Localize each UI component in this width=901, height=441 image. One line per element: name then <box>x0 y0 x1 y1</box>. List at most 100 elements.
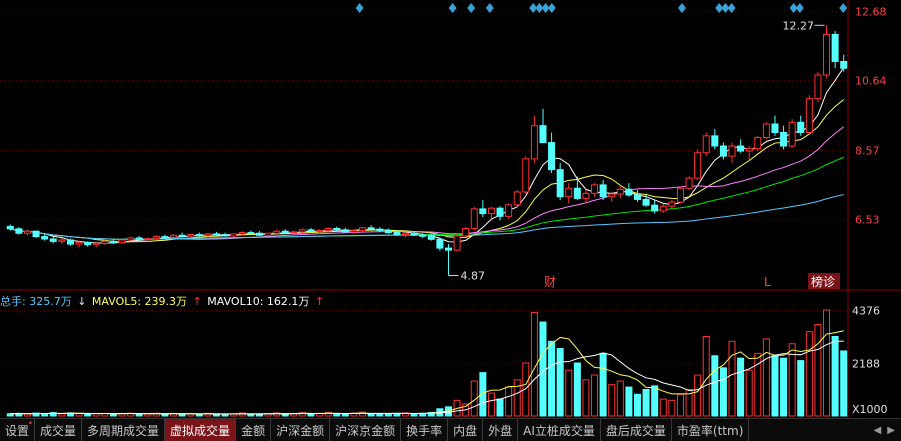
up-arrow-icon: ↑ <box>192 295 202 308</box>
volume-bar <box>642 389 650 417</box>
candle-body <box>187 234 195 237</box>
candle-body <box>522 158 530 193</box>
volume-bar <box>805 331 813 417</box>
candle-body <box>737 145 745 152</box>
candle-body <box>118 239 126 244</box>
volume-bar <box>556 348 564 417</box>
signal-diamond-icon <box>448 3 457 13</box>
volume-bar <box>599 352 607 417</box>
candle-body <box>230 233 238 237</box>
candle-body <box>702 135 710 154</box>
volume-bar <box>135 413 143 417</box>
candle-body <box>633 194 642 200</box>
volume-bar <box>780 357 788 417</box>
tab-7[interactable]: 换手率 <box>401 419 449 441</box>
candle-body <box>599 184 607 198</box>
volume-bar <box>367 413 375 417</box>
volume-bar <box>178 413 186 417</box>
marker-finance-label: 财 <box>544 275 556 289</box>
volume-bar <box>771 355 779 417</box>
candle-body <box>212 233 221 236</box>
tab-0[interactable]: 设置 • <box>0 419 36 441</box>
candle-body <box>651 204 659 212</box>
tab-4[interactable]: 金额 <box>236 419 272 441</box>
candle-body <box>6 225 14 230</box>
candle-body <box>548 142 556 171</box>
kline-chart[interactable]: 12.68 10.64 8.57 6.53 4376 2188 X1000 12.27 4.87… <box>0 0 901 418</box>
candle-body <box>376 228 384 232</box>
volume-bar <box>487 392 495 417</box>
tab-12[interactable]: 市盈率(ttm) <box>672 419 750 441</box>
volume-bar <box>728 340 736 417</box>
candle-body <box>402 232 410 236</box>
mavol10-line <box>10 340 844 415</box>
tab-2[interactable]: 多周期成交量 <box>82 419 166 441</box>
candle-body <box>762 123 770 139</box>
total-volume-label: 总手: 325.7万 <box>0 295 72 308</box>
tab-11[interactable]: 盘后成交量 <box>601 419 672 441</box>
candle-body <box>195 234 203 237</box>
min-price-label: 4.87 <box>460 269 485 282</box>
ma40-line <box>10 156 844 240</box>
tab-1[interactable]: 成交量 <box>35 419 83 441</box>
candle-body <box>101 240 109 244</box>
ma5-line <box>10 67 845 244</box>
candle-body <box>496 207 504 217</box>
candle-body <box>170 234 178 238</box>
scroll-right-icon[interactable]: ▶ <box>887 425 895 436</box>
candle-body <box>625 188 633 196</box>
volume-bar <box>496 398 504 417</box>
volume-tick-label: 2188 <box>852 357 880 370</box>
candle-body <box>350 230 358 233</box>
volume-bar <box>668 399 676 417</box>
tab-label: 多周期成交量 <box>87 423 160 438</box>
candle-body <box>719 145 727 157</box>
candle-body <box>539 125 547 144</box>
scroll-left-icon[interactable]: ◀ <box>874 425 882 436</box>
tab-label: 外盘 <box>488 423 513 438</box>
candle-body <box>573 187 581 199</box>
mavol10-label: MAVOL10: 162.1万 <box>207 295 310 308</box>
tab-6[interactable]: 沪深京金额 <box>330 419 402 441</box>
mavol5-label: MAVOL5: 239.3万 <box>91 295 188 308</box>
candle-body <box>565 187 573 198</box>
volume-bar <box>84 413 92 417</box>
candle-body <box>444 247 452 251</box>
candle-body <box>462 227 470 237</box>
tab-scroll-arrows: ◀ ▶ <box>874 419 901 441</box>
candle-body <box>608 193 616 198</box>
tab-5[interactable]: 沪深金额 <box>271 419 331 441</box>
price-tick-label: 12.68 <box>855 5 887 18</box>
volume-bar <box>711 355 719 417</box>
tab-10[interactable]: AI立桩成交量 <box>518 419 601 441</box>
candle-body <box>582 192 590 199</box>
candle-body <box>161 236 169 239</box>
candle-body <box>823 33 831 76</box>
candle-body <box>290 231 298 234</box>
candle-body <box>341 229 349 233</box>
volume-bar <box>505 386 513 417</box>
candle-body <box>333 227 341 231</box>
volume-bar <box>513 379 521 417</box>
price-tick-label: 10.64 <box>855 74 887 87</box>
candle-body <box>75 241 83 245</box>
candle-body <box>316 230 324 233</box>
tab-label: 成交量 <box>40 423 77 438</box>
candle-body <box>238 232 246 235</box>
tab-9[interactable]: 外盘 <box>483 419 519 441</box>
volume-bar <box>737 357 745 417</box>
tab-3[interactable]: 虚拟成交量 <box>165 419 237 441</box>
volume-bar <box>548 340 556 417</box>
candle-body <box>840 60 848 69</box>
candle-body <box>788 121 796 147</box>
volume-bar <box>814 323 822 417</box>
candle-body <box>805 98 813 133</box>
candle-body <box>728 145 736 157</box>
candle-body <box>307 229 315 232</box>
tab-8[interactable]: 内盘 <box>448 419 484 441</box>
volume-bar <box>616 380 624 417</box>
candle-body <box>221 234 229 237</box>
candle-body <box>247 232 255 235</box>
candle-body <box>144 238 152 241</box>
volume-bar <box>694 374 702 417</box>
